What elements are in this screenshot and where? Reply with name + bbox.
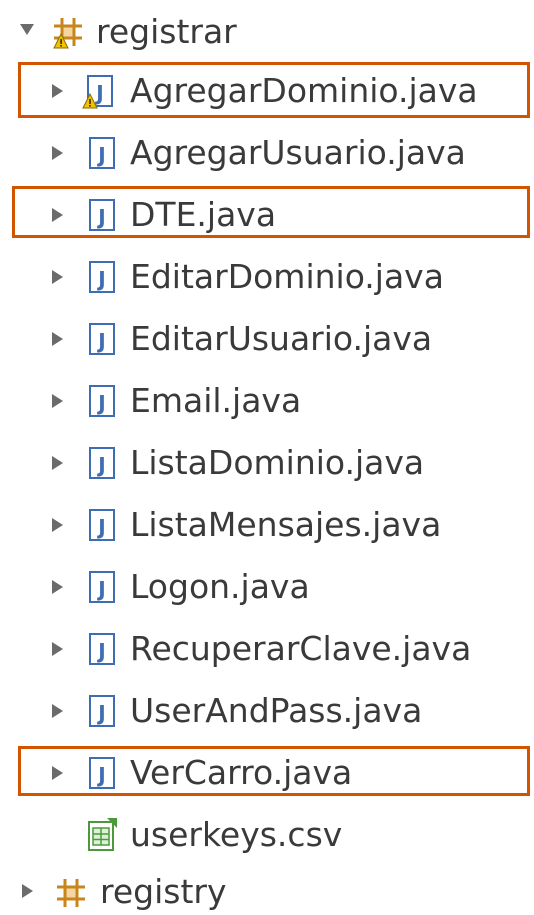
file-label: AgregarUsuario.java: [130, 133, 466, 172]
java-file-icon: J: [88, 445, 116, 485]
tree-node-csv-file[interactable]: userkeys.csv: [0, 804, 534, 866]
svg-text:J: J: [96, 577, 105, 601]
tree-node-file[interactable]: J UserAndPass.java: [0, 680, 534, 742]
expand-arrow-right-icon[interactable]: [22, 884, 33, 898]
java-file-icon: J: [88, 755, 116, 795]
expand-arrow-right-icon[interactable]: [52, 394, 63, 408]
tree-node-file[interactable]: J AgregarUsuario.java: [0, 122, 534, 184]
file-label: EditarUsuario.java: [130, 319, 433, 358]
java-file-icon: J: [88, 383, 116, 423]
package-icon: [54, 876, 88, 914]
file-label: RecuperarClave.java: [130, 629, 472, 668]
expand-arrow-right-icon[interactable]: [52, 84, 63, 98]
svg-text:J: J: [96, 267, 105, 291]
svg-text:J: J: [96, 205, 105, 229]
java-file-icon: J: [88, 693, 116, 733]
svg-text:J: J: [96, 453, 105, 477]
svg-text:J: J: [96, 701, 105, 725]
file-label: EditarDominio.java: [130, 257, 444, 296]
svg-text:J: J: [96, 763, 105, 787]
java-file-icon: J: [88, 631, 116, 671]
java-file-icon: J: [88, 321, 116, 361]
file-label: ListaMensajes.java: [130, 505, 442, 544]
expand-arrow-right-icon[interactable]: [52, 456, 63, 470]
svg-text:J: J: [96, 143, 105, 167]
expand-arrow-down-icon[interactable]: [20, 24, 34, 35]
csv-file-icon: [85, 817, 119, 857]
svg-text:J: J: [94, 81, 103, 105]
tree-node-file[interactable]: J VerCarro.java: [0, 742, 534, 804]
file-label: Email.java: [130, 381, 302, 420]
expand-arrow-right-icon[interactable]: [52, 766, 63, 780]
tree-node-file[interactable]: J DTE.java: [0, 184, 534, 246]
java-file-icon: J: [88, 259, 116, 299]
package-label: registrar: [96, 12, 237, 51]
file-label: AgregarDominio.java: [130, 71, 478, 110]
expand-arrow-right-icon[interactable]: [52, 146, 63, 160]
tree-node-file[interactable]: J ListaMensajes.java: [0, 494, 534, 556]
java-file-icon: J: [88, 569, 116, 609]
java-file-icon: J: [88, 197, 116, 237]
package-label: registry: [100, 872, 227, 911]
tree-node-registry[interactable]: registry: [0, 862, 534, 915]
expand-arrow-right-icon[interactable]: [52, 704, 63, 718]
svg-text:J: J: [96, 329, 105, 353]
expand-arrow-right-icon[interactable]: [52, 642, 63, 656]
java-file-warning-icon: J: [82, 73, 116, 113]
expand-arrow-right-icon[interactable]: [52, 332, 63, 346]
svg-text:J: J: [96, 639, 105, 663]
svg-text:J: J: [96, 391, 105, 415]
tree-node-file[interactable]: J EditarDominio.java: [0, 246, 534, 308]
tree-node-file[interactable]: J Email.java: [0, 370, 534, 432]
tree-node-file[interactable]: J RecuperarClave.java: [0, 618, 534, 680]
tree-node-file[interactable]: J Logon.java: [0, 556, 534, 618]
tree-node-file[interactable]: J EditarUsuario.java: [0, 308, 534, 370]
expand-arrow-right-icon[interactable]: [52, 208, 63, 222]
package-warning-icon: [50, 14, 86, 54]
file-label: DTE.java: [130, 195, 277, 234]
expand-arrow-right-icon[interactable]: [52, 270, 63, 284]
tree-node-file[interactable]: J ListaDominio.java: [0, 432, 534, 494]
file-label: UserAndPass.java: [130, 691, 423, 730]
tree-node-file[interactable]: J AgregarDominio.java: [0, 60, 534, 122]
svg-text:J: J: [96, 515, 105, 539]
file-label: userkeys.csv: [130, 815, 343, 854]
file-label: Logon.java: [130, 567, 310, 606]
file-label: VerCarro.java: [130, 753, 353, 792]
file-label: ListaDominio.java: [130, 443, 425, 482]
expand-arrow-right-icon[interactable]: [52, 518, 63, 532]
java-file-icon: J: [88, 507, 116, 547]
tree-node-registrar[interactable]: registrar: [0, 2, 534, 64]
expand-arrow-right-icon[interactable]: [52, 580, 63, 594]
java-file-icon: J: [88, 135, 116, 175]
